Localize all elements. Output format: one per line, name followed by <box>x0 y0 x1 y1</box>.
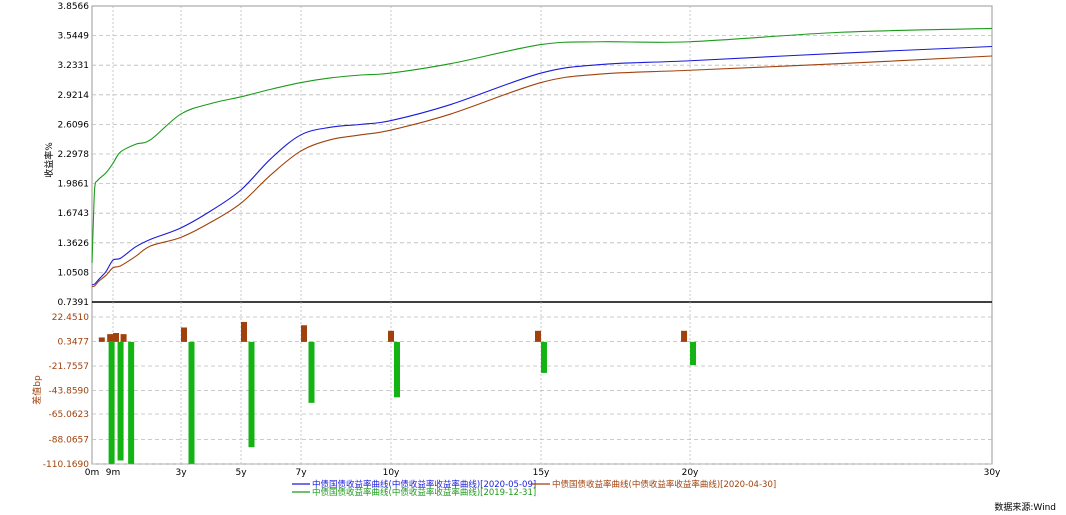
bar-brown <box>681 330 688 342</box>
bar-brown <box>120 334 127 342</box>
lower-y-tick-label: 22.4510 <box>52 313 89 323</box>
upper-y-tick-label: 2.6096 <box>58 120 90 130</box>
x-tick-label: 7y <box>295 468 307 478</box>
bar-brown <box>98 337 105 342</box>
lower-y-tick-label: -110.1690 <box>43 460 89 470</box>
series-line-3 <box>91 27 993 264</box>
lower-y-tick-label: -21.7557 <box>49 362 89 372</box>
bar-brown <box>107 334 114 342</box>
bar-green <box>128 341 135 464</box>
x-tick-label: 5y <box>235 468 247 478</box>
bar-brown <box>388 330 394 342</box>
data-source-label: 数据来源:Wind <box>994 503 1056 513</box>
upper-y-tick-label: 1.6743 <box>58 209 90 219</box>
bar-brown <box>181 327 187 342</box>
upper-y-tick-label: 1.0508 <box>58 268 90 278</box>
bar-brown <box>535 330 541 342</box>
bar-green <box>540 341 547 373</box>
plot-frame <box>91 5 993 465</box>
lower-y-tick-label: -43.8590 <box>49 387 90 397</box>
bar-brown <box>113 333 120 342</box>
x-tick-label: 10y <box>383 468 400 478</box>
chart-root: 3.8566 3.5449 3.2331 2.9214 2.6096 2.2978 1.98… <box>0 0 1066 515</box>
lower-y-axis-title: 差值bp <box>31 375 43 405</box>
bar-green <box>690 341 697 366</box>
upper-y-tick-label: 3.8566 <box>58 2 90 12</box>
bar-green <box>117 341 124 461</box>
x-tick-label: 9m <box>106 468 121 478</box>
upper-y-tick-label: 0.7391 <box>58 298 90 308</box>
yield-curve-chart: 3.8566 3.5449 3.2331 2.9214 2.6096 2.2978 1.98… <box>31 2 1001 498</box>
upper-y-tick-label: 3.2331 <box>58 61 90 71</box>
bar-brown <box>301 325 307 342</box>
bar-green <box>188 341 195 464</box>
upper-y-tick-label: 2.9214 <box>58 91 90 101</box>
x-tick-label: 20y <box>682 468 699 478</box>
legend-label: 中债国债收益率曲线(中债收益率收益率曲线)[2019-12-31] <box>312 487 536 498</box>
bar-green <box>394 341 400 398</box>
lower-y-tick-label: -88.0657 <box>49 436 89 446</box>
x-tick-label: 3y <box>175 468 187 478</box>
upper-y-axis-title: 收益率% <box>43 142 55 178</box>
upper-y-tick-label: 1.9861 <box>58 180 90 190</box>
bar-brown <box>241 321 247 342</box>
series-line-2 <box>91 55 993 288</box>
legend-label: 中债国债收益率曲线(中债收益率收益率曲线)[2020-04-30] <box>552 479 776 490</box>
upper-y-tick-label: 2.2978 <box>58 150 90 160</box>
bar-green <box>248 341 255 448</box>
bar-green <box>308 341 315 403</box>
upper-y-tick-label: 3.5449 <box>58 32 90 42</box>
x-tick-label: 30y <box>984 468 1001 478</box>
upper-y-tick-label: 1.3626 <box>58 239 90 249</box>
lower-y-tick-label: 0.3477 <box>58 337 90 347</box>
lower-y-tick-label: -65.0623 <box>49 410 89 420</box>
x-tick-label: 0m <box>85 468 100 478</box>
x-tick-label: 15y <box>533 468 550 478</box>
bar-green <box>108 341 115 464</box>
